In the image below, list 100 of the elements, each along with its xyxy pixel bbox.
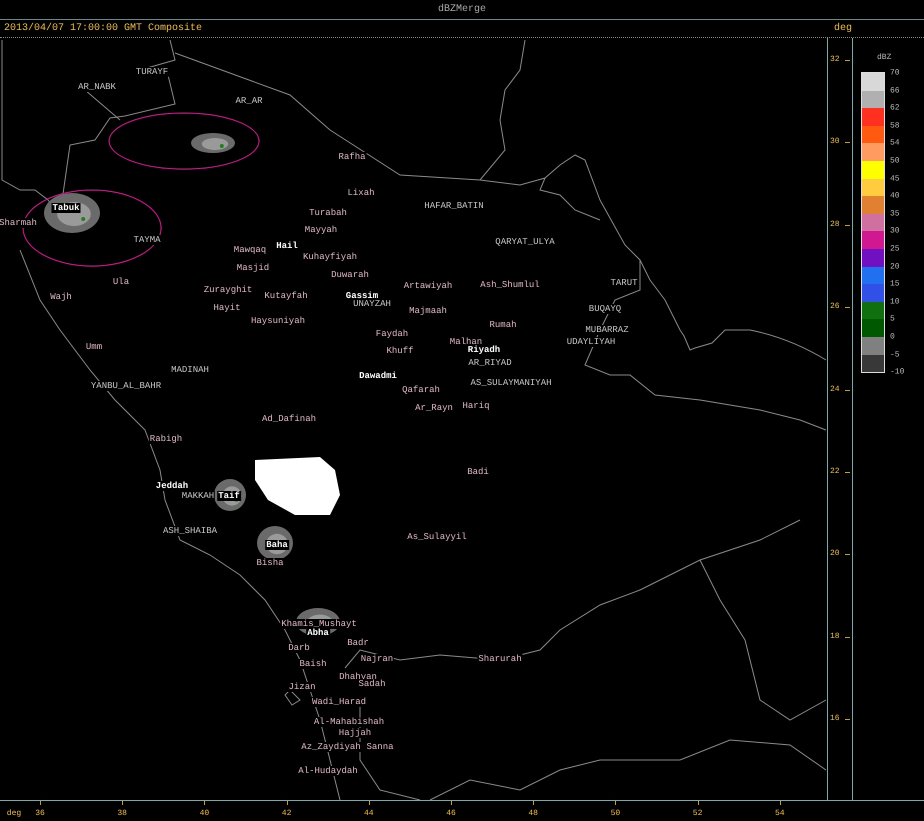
legend-value: 62 [890, 104, 900, 113]
tick-mark [368, 801, 370, 805]
axis-tick-label: 40 [200, 808, 210, 820]
axis-tick-label: 18 [830, 630, 840, 643]
place-label: Sharurah [477, 654, 523, 664]
axis-tick-label: 54 [775, 808, 785, 820]
place-label: Kutayfah [263, 291, 309, 301]
axis-tick-label: 42 [282, 808, 292, 820]
place-label: Rafha [338, 152, 366, 162]
axis-tick-label: 38 [117, 808, 127, 820]
axis-tick-label: 44 [364, 808, 374, 820]
place-label: Majmaah [408, 306, 448, 316]
tick-mark [845, 554, 850, 556]
axis-tick-label: 16 [830, 713, 840, 726]
tick-mark [845, 224, 850, 226]
place-label: Khamis_Mushayt [280, 619, 358, 629]
place-label: Faydah [374, 329, 410, 339]
place-label: BUQAYQ [588, 304, 622, 314]
tick-mark [40, 801, 41, 805]
place-label: Mawqaq [232, 245, 268, 255]
place-label: Sadah [358, 679, 386, 689]
place-label: YANBU_AL_BAHR [90, 381, 162, 391]
place-label: Darb [287, 643, 311, 653]
place-label: Badi [466, 467, 490, 477]
place-label: UNAYZAH [352, 299, 392, 309]
radar-site-label: Baha [265, 540, 289, 550]
legend-value: -10 [890, 368, 904, 377]
radar-site-label: Taif [217, 491, 241, 501]
radar-site-label: Hail [275, 241, 299, 251]
legend-value: 50 [890, 156, 900, 166]
place-label: Artawiyah [402, 281, 454, 291]
axis-tick-label: 52 [692, 808, 702, 820]
legend-value: 0 [890, 332, 895, 342]
axis-tick-label: 26 [830, 301, 840, 314]
place-label: AR_RIYAD [467, 358, 513, 368]
place-label: Ula [112, 277, 130, 287]
legend-value: 5 [890, 314, 895, 324]
tick-mark [533, 801, 534, 805]
legend-value: 25 [890, 244, 900, 254]
place-label: Malhan [448, 337, 484, 347]
axis-tick-label: 24 [830, 384, 840, 396]
legend-value: 45 [890, 174, 900, 184]
tick-mark [845, 142, 850, 144]
place-label: Wajh [49, 292, 73, 302]
place-label: Sanna [366, 742, 394, 752]
axis-tick-label: 48 [528, 808, 538, 820]
radar-site-label: Dawadmi [358, 371, 398, 381]
place-label: Al-Hudaydah [297, 766, 359, 776]
place-label: Khuff [386, 346, 414, 356]
legend-value: 40 [890, 192, 900, 201]
place-label: Turabah [308, 208, 348, 218]
place-label: Mayyah [304, 225, 338, 235]
place-label: TURAYF [134, 67, 170, 77]
axis-tick-label: 32 [830, 54, 840, 66]
axis-unit: deg [6, 808, 22, 820]
legend-value: 15 [890, 280, 900, 289]
radar-site-label: Riyadh [466, 345, 502, 355]
axis-tick-label: 20 [830, 548, 840, 560]
place-label: Jizan [288, 682, 316, 692]
place-label: TARUT [610, 278, 638, 288]
radar-echo-drawing [191, 133, 235, 153]
axis-tick-label: 36 [35, 808, 45, 820]
place-label: Ar_Rayn [414, 403, 454, 413]
place-label: Haysuniyah [250, 316, 306, 326]
place-label: AR_NABK [77, 82, 117, 92]
tick-mark [845, 307, 850, 308]
place-label: Umm [84, 342, 104, 352]
place-label: Hariq [462, 401, 490, 411]
place-label: Qafarah [401, 385, 441, 395]
place-label: TAYMA [132, 235, 162, 245]
axis-tick-label: 22 [830, 466, 840, 478]
place-label: Masjid [236, 263, 270, 273]
place-label: Zurayghit [202, 285, 254, 295]
tick-mark [780, 801, 781, 805]
tick-mark [122, 801, 124, 805]
tick-mark [845, 472, 850, 473]
place-label: Baish [298, 659, 328, 669]
radar-site-label: Abha [306, 628, 330, 638]
legend-value: 10 [890, 297, 900, 306]
legend-value: 54 [890, 138, 900, 148]
place-label: Lixah [346, 188, 376, 198]
place-label: Rumah [488, 320, 518, 330]
legend-value: 58 [890, 121, 900, 130]
legend-value: 20 [890, 262, 900, 272]
axis-tick-label: 46 [446, 808, 456, 820]
place-label: Badr [346, 638, 370, 648]
tick-mark [845, 390, 850, 391]
axis-tick-label: 50 [610, 808, 620, 820]
tick-mark [845, 60, 850, 61]
place-label: Bisha [256, 558, 284, 568]
place-label: Wadi_Harad [311, 697, 367, 707]
axis-tick-label: 28 [830, 218, 840, 231]
place-label: QARYAT_ULYA [494, 237, 556, 247]
tick-mark [615, 801, 616, 805]
legend-title: dBZ [877, 52, 892, 64]
place-label: AR_AR [234, 96, 264, 106]
place-label: Hajjah [338, 728, 372, 738]
place-label: As_Sulayyil [406, 532, 468, 542]
place-label: Najran [360, 654, 394, 664]
tick-mark [698, 801, 699, 805]
